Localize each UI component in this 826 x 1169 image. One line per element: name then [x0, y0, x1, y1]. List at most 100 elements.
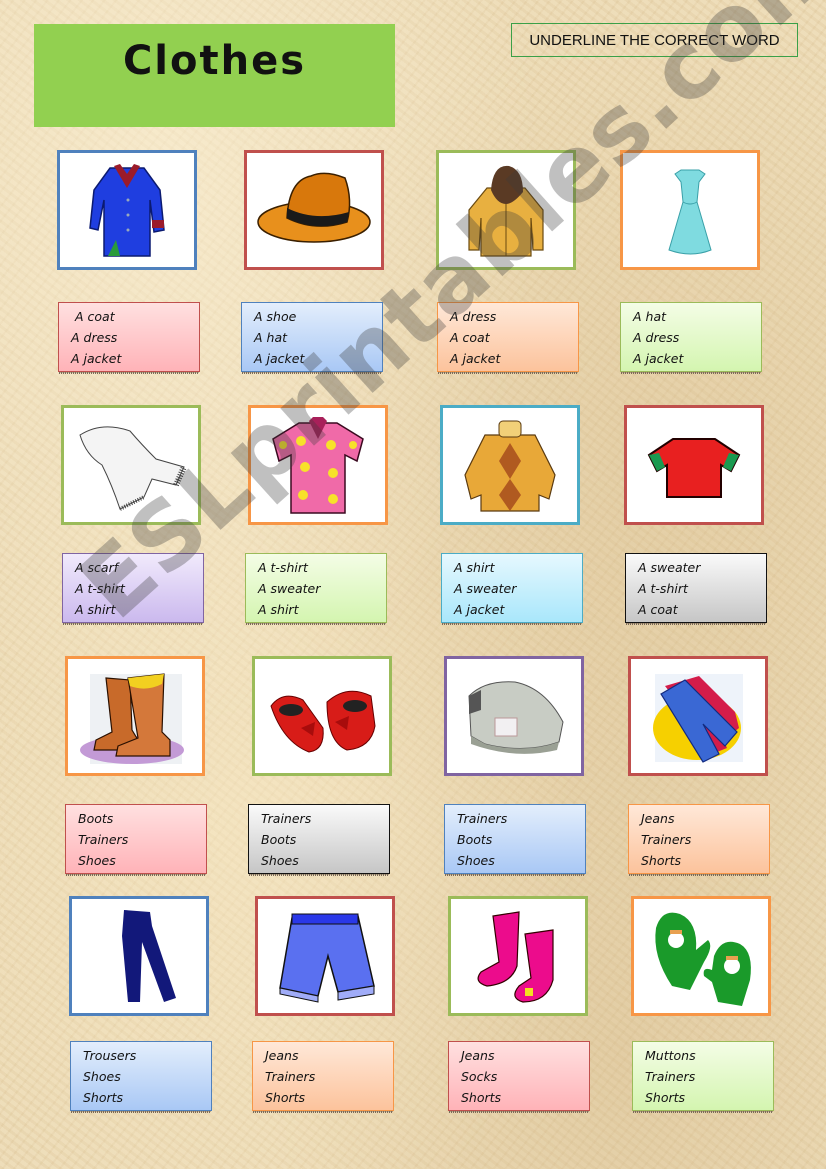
option[interactable]: Trainers	[261, 808, 389, 829]
answer-box: A shoe A hat A jacket	[241, 302, 383, 374]
instruction-box: UNDERLINE THE CORRECT WORD	[511, 23, 798, 57]
option[interactable]: A shirt	[454, 557, 582, 578]
option[interactable]: A t-shirt	[258, 557, 386, 578]
socks-icon	[477, 911, 554, 1003]
answer-box: Trainers Boots Shoes	[248, 804, 390, 876]
picture-frame-mittens	[631, 896, 771, 1016]
page-title: Clothes	[122, 38, 307, 84]
trainers-icon	[468, 681, 564, 754]
answer-box: Trainers Boots Shoes	[444, 804, 586, 876]
title-banner: Clothes	[34, 24, 395, 127]
option[interactable]: Shoes	[78, 850, 206, 871]
picture-frame-hat	[244, 150, 384, 270]
t-shirt-icon	[647, 438, 741, 498]
shorts-icon	[279, 913, 375, 1003]
picture-frame-t-shirt	[624, 405, 764, 525]
answer-box: Jeans Trainers Shorts	[628, 804, 770, 876]
picture-frame-jeans	[628, 656, 768, 776]
answer-box: Jeans Socks Shorts	[448, 1041, 590, 1113]
option[interactable]: A shoe	[254, 306, 382, 327]
option[interactable]: A jacket	[450, 348, 578, 369]
hat-icon	[257, 172, 371, 243]
shoes-icon	[270, 690, 376, 753]
picture-frame-jacket	[436, 150, 576, 270]
option[interactable]: A jacket	[71, 348, 199, 369]
option[interactable]: A scarf	[75, 557, 203, 578]
dress-icon	[668, 169, 712, 255]
option[interactable]: Shorts	[461, 1087, 589, 1108]
answer-box: A t-shirt A sweater A shirt	[245, 553, 387, 625]
option[interactable]: Muttons	[645, 1045, 773, 1066]
option[interactable]: A hat	[633, 306, 761, 327]
option[interactable]: Trainers	[265, 1066, 393, 1087]
picture-frame-sweater	[440, 405, 580, 525]
answer-box: A sweater A t-shirt A coat	[625, 553, 767, 625]
option[interactable]: Trousers	[83, 1045, 211, 1066]
option[interactable]: A t-shirt	[638, 578, 766, 599]
picture-frame-coat	[57, 150, 197, 270]
instruction-text: UNDERLINE THE CORRECT WORD	[529, 31, 780, 49]
option[interactable]: Boots	[457, 829, 585, 850]
option[interactable]: A coat	[71, 306, 199, 327]
option[interactable]: Jeans	[641, 808, 769, 829]
option[interactable]: Jeans	[461, 1045, 589, 1066]
option[interactable]: A shirt	[75, 599, 203, 620]
option[interactable]: A coat	[638, 599, 766, 620]
answer-box: A scarf A t-shirt A shirt	[62, 553, 204, 625]
picture-frame-trainers	[444, 656, 584, 776]
option[interactable]: A shirt	[258, 599, 386, 620]
option[interactable]: Shorts	[645, 1087, 773, 1108]
option[interactable]: Shoes	[457, 850, 585, 871]
picture-frame-dress	[620, 150, 760, 270]
option[interactable]: A jacket	[454, 599, 582, 620]
picture-frame-shoes	[252, 656, 392, 776]
option[interactable]: Boots	[78, 808, 206, 829]
option[interactable]: Shoes	[261, 850, 389, 871]
option[interactable]: A jacket	[633, 348, 761, 369]
boots-icon	[80, 673, 184, 764]
option[interactable]: A sweater	[454, 578, 582, 599]
shirt-icon	[272, 417, 364, 514]
answer-box: A coat A dress A jacket	[58, 302, 200, 374]
option[interactable]: Boots	[261, 829, 389, 850]
picture-frame-boots	[65, 656, 205, 776]
option[interactable]: Trainers	[641, 829, 769, 850]
answer-box: Boots Trainers Shoes	[65, 804, 207, 876]
option[interactable]: Trainers	[78, 829, 206, 850]
sweater-icon	[464, 420, 556, 512]
option[interactable]: Jeans	[265, 1045, 393, 1066]
answer-box: A hat A dress A jacket	[620, 302, 762, 374]
picture-frame-shirt	[248, 405, 388, 525]
option[interactable]: A dress	[633, 327, 761, 348]
option[interactable]: A sweater	[638, 557, 766, 578]
answer-box: Trousers Shoes Shorts	[70, 1041, 212, 1113]
answer-box: Jeans Trainers Shorts	[252, 1041, 394, 1113]
jeans-icon	[653, 674, 743, 763]
option[interactable]: A coat	[450, 327, 578, 348]
option[interactable]: Trainers	[645, 1066, 773, 1087]
option[interactable]: A dress	[450, 306, 578, 327]
picture-frame-scarf	[61, 405, 201, 525]
option[interactable]: Shorts	[83, 1087, 211, 1108]
option[interactable]: A hat	[254, 327, 382, 348]
option[interactable]: Shorts	[641, 850, 769, 871]
scarf-icon	[79, 426, 187, 511]
mittens-icon	[655, 912, 751, 1006]
option[interactable]: A dress	[71, 327, 199, 348]
jacket-icon	[468, 165, 544, 257]
picture-frame-socks	[448, 896, 588, 1016]
answer-box: A dress A coat A jacket	[437, 302, 579, 374]
option[interactable]: Socks	[461, 1066, 589, 1087]
option[interactable]: Shorts	[265, 1087, 393, 1108]
option[interactable]: A t-shirt	[75, 578, 203, 599]
trousers-icon	[122, 910, 176, 1002]
option[interactable]: Trainers	[457, 808, 585, 829]
picture-frame-shorts	[255, 896, 395, 1016]
option[interactable]: A sweater	[258, 578, 386, 599]
answer-box: Muttons Trainers Shorts	[632, 1041, 774, 1113]
option[interactable]: Shoes	[83, 1066, 211, 1087]
picture-frame-trousers	[69, 896, 209, 1016]
answer-box: A shirt A sweater A jacket	[441, 553, 583, 625]
option[interactable]: A jacket	[254, 348, 382, 369]
coat-icon	[89, 164, 165, 257]
